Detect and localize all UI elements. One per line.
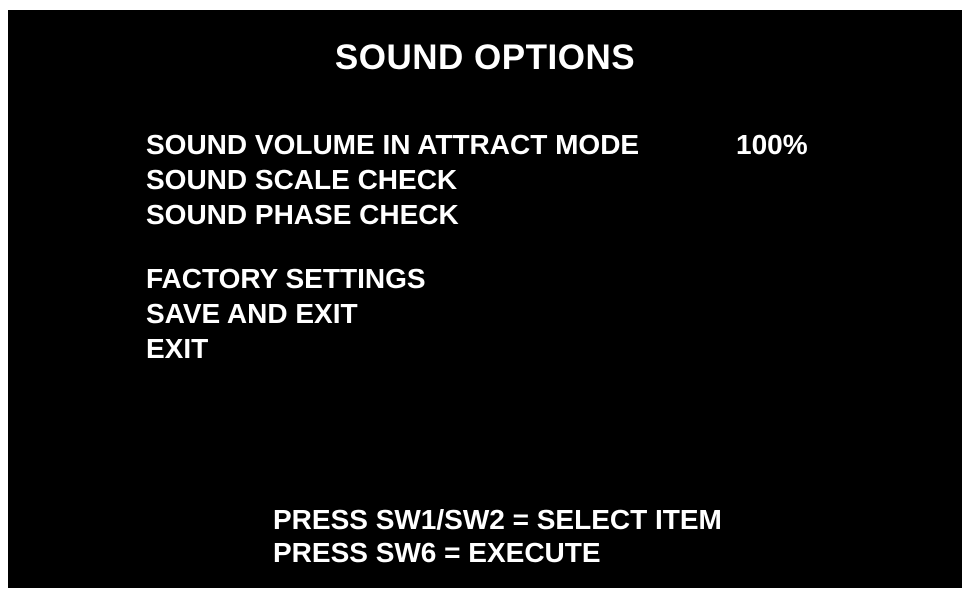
- sound-volume-value: 100%: [736, 129, 808, 160]
- menu-item-factory-settings[interactable]: FACTORY SETTINGS: [146, 261, 808, 296]
- options-menu: SOUND VOLUME IN ATTRACT MODE 100% SOUND …: [146, 127, 808, 366]
- menu-item-label: FACTORY SETTINGS: [146, 263, 426, 294]
- menu-item-label: SOUND VOLUME IN ATTRACT MODE: [146, 129, 640, 160]
- instruction-execute: PRESS SW6 = EXECUTE: [273, 537, 601, 568]
- sound-options-screen: SOUND OPTIONS SOUND VOLUME IN ATTRACT MO…: [8, 10, 962, 588]
- instruction-select: PRESS SW1/SW2 = SELECT ITEM: [273, 504, 722, 535]
- menu-item-sound-volume[interactable]: SOUND VOLUME IN ATTRACT MODE 100%: [146, 127, 808, 162]
- instructions: PRESS SW1/SW2 = SELECT ITEM PRESS SW6 = …: [273, 503, 722, 569]
- menu-item-sound-scale-check[interactable]: SOUND SCALE CHECK: [146, 162, 808, 197]
- menu-item-sound-phase-check[interactable]: SOUND PHASE CHECK: [146, 197, 808, 232]
- menu-item-label: EXIT: [146, 333, 209, 364]
- menu-item-label: SOUND SCALE CHECK: [146, 164, 458, 195]
- menu-item-save-and-exit[interactable]: SAVE AND EXIT: [146, 296, 808, 331]
- page-title: SOUND OPTIONS: [334, 38, 636, 77]
- menu-item-exit[interactable]: EXIT: [146, 331, 808, 366]
- menu-spacer: [146, 232, 808, 261]
- menu-item-label: SAVE AND EXIT: [146, 298, 358, 329]
- menu-item-label: SOUND PHASE CHECK: [146, 199, 459, 230]
